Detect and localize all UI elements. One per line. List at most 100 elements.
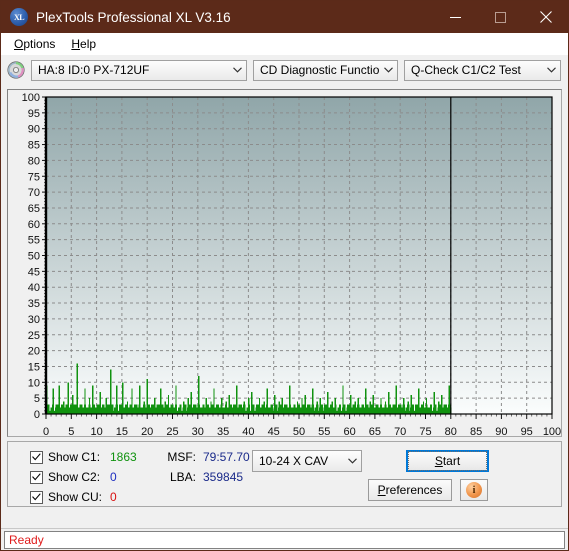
svg-text:45: 45: [28, 266, 40, 278]
menu-item-options[interactable]: Options: [6, 35, 63, 53]
control-panel: Show C1: 1863 Show C2: 0 Show CU: 0 MSF:…: [7, 441, 562, 507]
svg-text:100: 100: [22, 92, 40, 104]
speed-select[interactable]: 10-24 X CAV: [252, 450, 362, 472]
disc-icon: [7, 61, 25, 79]
svg-text:15: 15: [28, 361, 40, 373]
svg-text:10: 10: [90, 426, 102, 436]
show-c1-row[interactable]: Show C1: 1863: [30, 450, 137, 464]
svg-text:75: 75: [28, 171, 40, 183]
app-window: XL PlexTools Professional XL V3.16 Optio…: [0, 0, 569, 551]
show-cu-label: Show CU:: [48, 490, 103, 504]
svg-text:80: 80: [28, 155, 40, 167]
svg-text:50: 50: [293, 426, 305, 436]
svg-text:40: 40: [242, 426, 254, 436]
svg-text:15: 15: [116, 426, 128, 436]
svg-text:45: 45: [268, 426, 280, 436]
svg-text:0: 0: [34, 409, 40, 421]
status-text: Ready: [9, 532, 44, 547]
svg-text:25: 25: [166, 426, 178, 436]
cu-value: 0: [110, 490, 117, 504]
show-c1-checkbox[interactable]: [30, 450, 43, 464]
svg-text:35: 35: [28, 298, 40, 310]
show-c2-row[interactable]: Show C2: 0: [30, 470, 117, 484]
svg-text:40: 40: [28, 282, 40, 294]
preferences-button[interactable]: Preferences: [368, 479, 452, 501]
svg-text:75: 75: [419, 426, 431, 436]
title-bar: XL PlexTools Professional XL V3.16: [1, 1, 568, 33]
function-select-value: CD Diagnostic Functions: [260, 63, 379, 77]
show-c1-label: Show C1:: [48, 450, 101, 464]
svg-text:90: 90: [495, 426, 507, 436]
svg-text:20: 20: [28, 346, 40, 358]
start-button[interactable]: Start: [406, 450, 489, 472]
svg-text:10: 10: [28, 377, 40, 389]
show-c2-label: Show C2:: [48, 470, 101, 484]
show-c2-checkbox[interactable]: [30, 470, 43, 484]
svg-text:70: 70: [394, 426, 406, 436]
status-bar: Ready: [1, 528, 568, 550]
speed-select-value: 10-24 X CAV: [259, 454, 329, 468]
app-icon: XL: [10, 8, 28, 26]
svg-text:85: 85: [470, 426, 482, 436]
svg-text:25: 25: [28, 330, 40, 342]
svg-text:65: 65: [28, 203, 40, 215]
chevron-down-icon: [228, 67, 246, 73]
svg-text:60: 60: [343, 426, 355, 436]
svg-text:85: 85: [28, 140, 40, 152]
svg-text:55: 55: [28, 235, 40, 247]
menu-item-help-label: elp: [80, 37, 97, 51]
svg-text:50: 50: [28, 251, 40, 263]
c1-value: 1863: [110, 450, 137, 464]
window-title: PlexTools Professional XL V3.16: [36, 9, 231, 25]
svg-text:100: 100: [543, 426, 561, 436]
svg-text:30: 30: [192, 426, 204, 436]
svg-text:5: 5: [68, 426, 74, 436]
svg-text:55: 55: [318, 426, 330, 436]
svg-text:35: 35: [217, 426, 229, 436]
drive-select-value: HA:8 ID:0 PX-712UF: [38, 63, 150, 77]
chevron-down-icon: [343, 458, 361, 464]
c1-c2-error-chart: 0510152025303540455055606570758085909510…: [22, 92, 562, 436]
chevron-down-icon: [379, 67, 397, 73]
chart-panel: 0 5 10 15 20 25 30 35 40 45 50 55 60 65 70 75 80 85 90 95 10…: [7, 89, 562, 437]
test-select[interactable]: Q-Check C1/C2 Test: [404, 59, 561, 81]
test-select-value: Q-Check C1/C2 Test: [411, 63, 521, 77]
svg-text:70: 70: [28, 187, 40, 199]
svg-text:65: 65: [369, 426, 381, 436]
preferences-button-label: references: [385, 483, 443, 497]
svg-text:80: 80: [445, 426, 457, 436]
start-accel: S: [434, 454, 443, 468]
show-cu-row[interactable]: Show CU: 0: [30, 490, 117, 504]
close-icon[interactable]: [523, 1, 568, 33]
preferences-accel: P: [377, 483, 386, 497]
minimize-icon[interactable]: [433, 1, 478, 33]
maximize-icon[interactable]: [478, 1, 523, 33]
start-button-label: tart: [442, 454, 461, 468]
info-icon: i: [466, 482, 482, 498]
svg-text:95: 95: [521, 426, 533, 436]
svg-text:60: 60: [28, 219, 40, 231]
svg-text:95: 95: [28, 108, 40, 120]
menu-bar: Options Help: [1, 33, 568, 55]
c2-value: 0: [110, 470, 117, 484]
svg-text:0: 0: [43, 426, 49, 436]
menu-item-help[interactable]: Help: [63, 35, 104, 53]
show-cu-checkbox[interactable]: [30, 490, 43, 504]
svg-text:20: 20: [141, 426, 153, 436]
toolbar: HA:8 ID:0 PX-712UF CD Diagnostic Functio…: [1, 55, 568, 85]
menu-item-options-label: ptions: [23, 37, 56, 51]
msf-label: MSF:: [167, 450, 196, 464]
msf-row: MSF: 79:57.70: [158, 450, 250, 464]
svg-text:30: 30: [28, 314, 40, 326]
info-button[interactable]: i: [460, 479, 488, 501]
status-field: Ready: [4, 530, 565, 549]
svg-text:90: 90: [28, 124, 40, 136]
function-select[interactable]: CD Diagnostic Functions: [253, 59, 398, 81]
lba-value: 359845: [203, 470, 244, 484]
window-buttons: [433, 1, 568, 33]
svg-text:5: 5: [34, 393, 40, 405]
lba-row: LBA: 359845: [158, 470, 243, 484]
msf-value: 79:57.70: [203, 450, 250, 464]
drive-select[interactable]: HA:8 ID:0 PX-712UF: [31, 59, 247, 81]
lba-label: LBA:: [169, 470, 196, 484]
